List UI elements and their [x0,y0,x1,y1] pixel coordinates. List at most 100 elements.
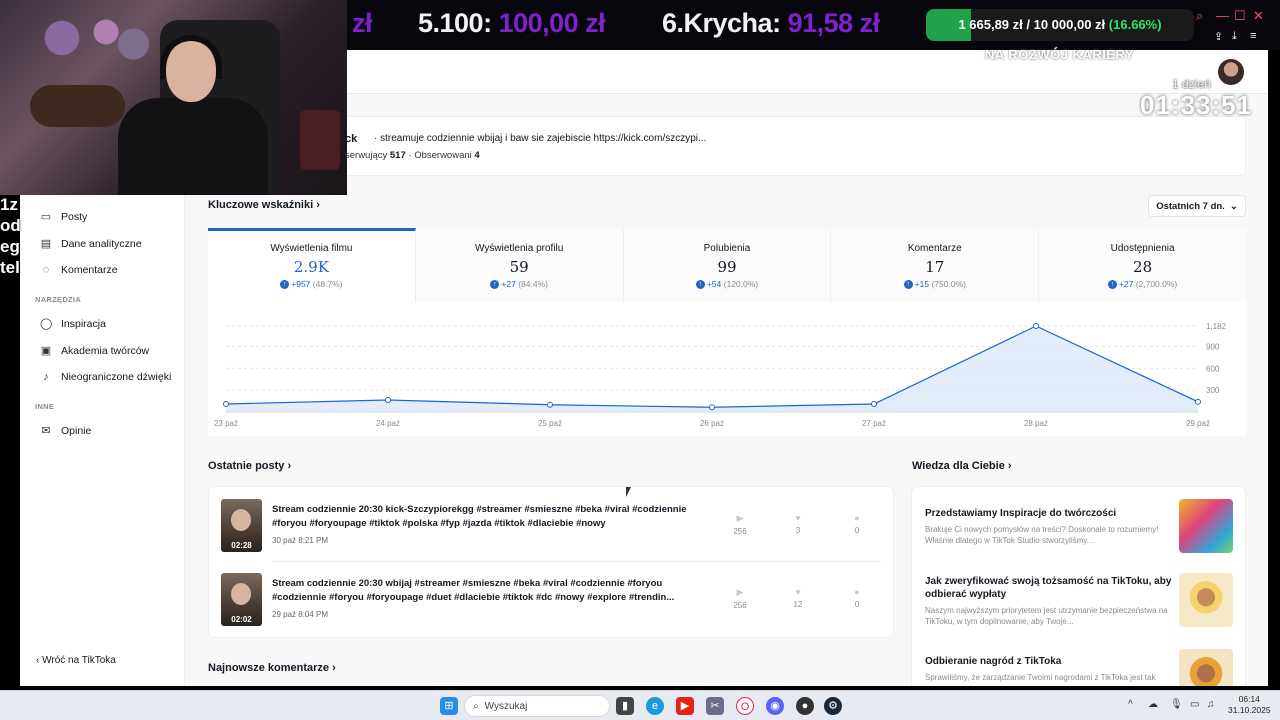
share-icon[interactable]: ⇪ [1214,30,1223,43]
metric-value: 59 [509,258,529,276]
career-overlay-text: NA ROZWÓJ KARIERY [985,47,1135,62]
discord-icon[interactable]: ◉ [766,697,784,715]
chart-point [223,400,229,407]
taskbar-search[interactable]: ⌕ Wyszukaj [464,695,610,717]
windows-start-icon[interactable]: ⊞ [440,697,458,715]
streamer-body [118,98,268,195]
search-icon[interactable]: ⌕ [1196,8,1203,24]
comments-section-title[interactable]: Najnowsze komentarze › [208,662,336,674]
profile-card: ck · streamuje codziennie wbijaj i baw s… [208,116,1246,176]
knowledge-desc: Brakuje Ci nowych pomysłów na treści? Do… [925,525,1159,545]
metric-likes[interactable]: Polubienia 99 ↑ +54 (120.0%) [623,228,832,302]
chart-point [385,396,391,403]
metric-video-views[interactable]: Wyświetlenia filmu 2.9K ↑ +957 (48.7%) [208,228,416,302]
knowledge-item[interactable]: Jak zweryfikować swoją tożsamość na TikT… [925,575,1180,627]
knowledge-image[interactable] [1179,573,1233,627]
menu-icon[interactable]: ≡ [1250,30,1256,42]
clock-time: 06:14 [1238,694,1260,704]
timer-note: 1 dzień [1172,77,1211,91]
minimize-icon[interactable]: — [1216,8,1229,23]
post-row[interactable]: 02:28 Stream codziennie 20:30 kick-Szczy… [209,487,895,562]
views-chart: 1,182 900 600 300 23 paź 24 paź 25 paź 26 paź 27… [214,322,1227,428]
close-icon[interactable]: ✕ [1253,8,1264,24]
post-thumbnail[interactable]: 02:02 [221,573,262,626]
edge-icon[interactable]: e [646,697,664,715]
mouse-cursor [626,487,631,497]
comment-icon: ● [854,587,860,597]
volume-icon[interactable]: ♫ [1207,699,1215,710]
metric-value: 17 [925,258,945,276]
post-comments: ● 0 [842,513,872,535]
search-icon: ⌕ [473,700,479,712]
date-range-select[interactable]: Ostatnich 7 dn. ⌄ [1148,195,1246,217]
metric-delta: ↑ +15 (750.0%) [831,279,1038,290]
lightbulb-icon: ◯ [40,318,53,330]
sidebar-item-feedback[interactable]: ✉ Opinie [40,424,91,438]
views-chart-card: 1,182 900 600 300 23 paź 24 paź 25 paź 26 paź 27… [208,302,1246,436]
donor-6: 6.Krycha: 91,58 zł [662,8,880,38]
metric-label: Polubienia [703,243,751,254]
sidebar-item-sounds[interactable]: ♪ Nieograniczone dźwięki [40,371,171,383]
windows-taskbar: ⊞ ⌕ Wyszukaj ▮ e ▶ ✂ O ◉ ● ⚙ ^ ☁ 🎙 ▭ ♫ 06… [0,690,1280,720]
chevron-up-icon[interactable]: ^ [1128,699,1133,710]
metric-value: 2.9K [293,258,329,276]
sidebar-item-academy[interactable]: ▣ Akademia twórców [40,344,150,358]
opera-icon[interactable]: O [736,697,754,715]
knowledge-item[interactable]: Przedstawiamy Inspiracje do twórczości B… [925,507,1180,546]
post-views: ▶ 256 [725,513,755,536]
chart-area-fill [226,326,1198,412]
sidebar-item-comments[interactable]: ◌ Komentarze [40,264,118,276]
knowledge-item[interactable]: Odbieranie nagród z TikToka Sprawiliśmy,… [925,655,1180,683]
chart-x-tick-label: 28 paź [1024,419,1048,428]
metric-shares[interactable]: Udostępnienia 28 ↑ +27 (2,700.0%) [1039,228,1246,302]
post-duration: 02:28 [231,541,252,550]
metrics-section-title[interactable]: Kluczowe wskaźniki › [208,199,320,211]
sidebar-item-label: Posty [61,210,88,223]
maximize-icon[interactable]: ☐ [1234,8,1246,24]
sidebar-item-analytics[interactable]: ▤ Dane analityczne [40,237,142,251]
mail-icon: ✉ [41,425,51,437]
metric-profile-views[interactable]: Wyświetlenia profilu 59 ↑ +27 (84.4%) [415,228,624,302]
chart-y-tick-label: 900 [1206,343,1220,352]
webcam-overlay [0,0,347,195]
overlay-line: tel [0,258,20,277]
knowledge-image[interactable] [1179,649,1233,686]
donation-goal-text: 1 665,89 zł / 10 000,00 zł (16.66%) [958,17,1162,32]
post-row[interactable]: 02:02 Stream codziennie 20:30 wbijaj #st… [209,561,895,635]
download-icon[interactable]: ⤓ [1232,30,1237,43]
avatar[interactable] [1218,59,1244,85]
chart-x-tick-label: 23 paź [214,419,238,428]
sidebar-item-label: Akademia twórców [61,344,150,357]
sidebar-item-posts[interactable]: ▭ Posty [40,210,88,224]
snipping-tool-icon[interactable]: ✂ [706,697,724,715]
taskbar-clock[interactable]: 06:14 31.10.2025 [1228,694,1271,716]
obs-icon[interactable]: ● [796,697,814,715]
plush-toys [40,8,150,68]
metric-comments[interactable]: Komentarze 17 ↑ +15 (750.0%) [831,228,1040,302]
metric-delta: ↑ +27 (84.4%) [416,279,623,290]
posts-icon: ▭ [40,211,52,223]
youtube-icon[interactable]: ▶ [676,697,694,715]
analytics-icon: ▤ [40,238,52,250]
posts-section-title[interactable]: Ostatnie posty › [208,460,291,472]
metric-label: Wyświetlenia profilu [475,243,564,254]
cloud-icon[interactable]: ☁ [1148,699,1158,710]
chart-point [1033,323,1039,329]
metric-delta: ↑ +957 (48.7%) [208,279,415,290]
post-thumbnail[interactable]: 02:28 [221,499,262,552]
back-to-tiktok-link[interactable]: ‹ Wróć na TikToka [36,655,116,666]
post-title[interactable]: Stream codziennie 20:30 wbijaj #streamer… [272,577,692,605]
microphone-icon[interactable]: 🎙 [1170,699,1183,710]
bottle [300,110,340,170]
sidebar-section-tools: NARZĘDZIA [35,295,82,304]
file-explorer-icon[interactable]: ▮ [616,697,634,715]
sidebar-item-inspiration[interactable]: ◯ Inspiracja [40,317,106,331]
monitor-icon[interactable]: ▭ [1190,699,1199,710]
left-overlay-text: 1z od eg tel [0,194,21,278]
knowledge-card: Przedstawiamy Inspiracje do twórczości B… [911,486,1246,686]
knowledge-image[interactable] [1179,499,1233,553]
heart-icon: ♥ [795,513,801,523]
knowledge-section-title[interactable]: Wiedza dla Ciebie › [912,460,1012,472]
post-title[interactable]: Stream codziennie 20:30 kick-Szczypiorek… [272,503,692,531]
steam-icon[interactable]: ⚙ [824,697,842,715]
